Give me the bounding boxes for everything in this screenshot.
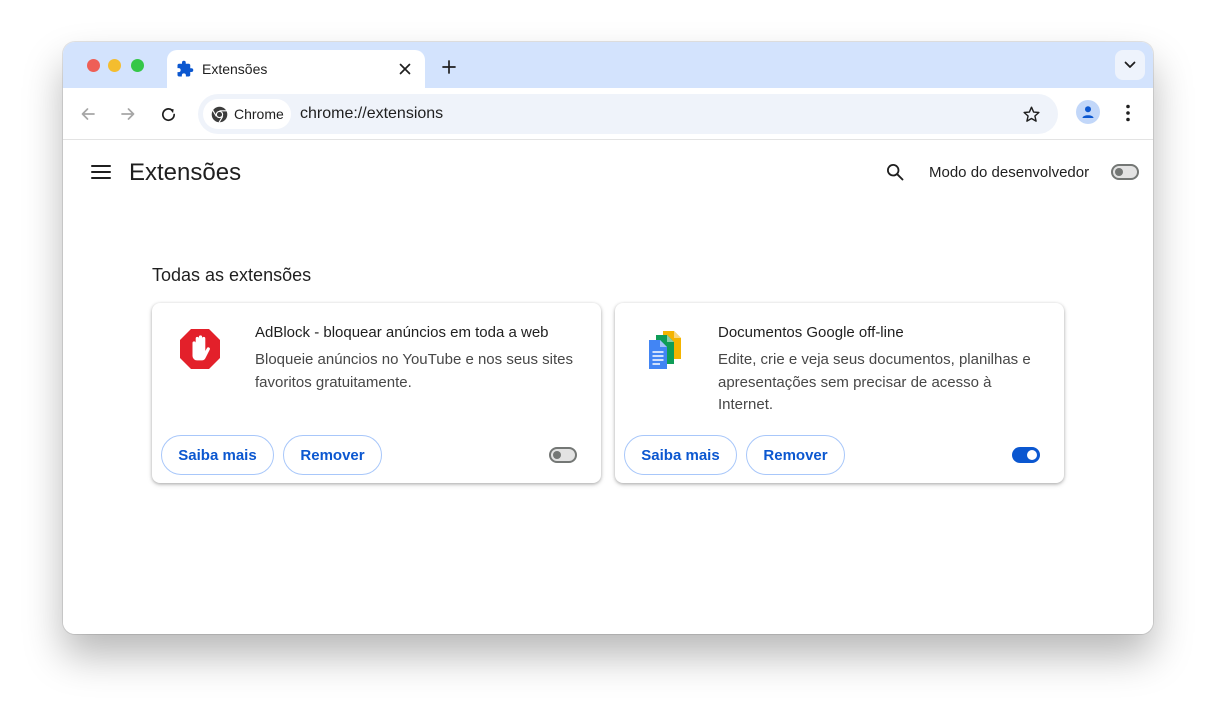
reload-icon[interactable] [155, 101, 181, 127]
extension-card-adblock: AdBlock - bloquear anúncios em toda a we… [152, 303, 601, 483]
chip-label: Chrome [234, 106, 284, 122]
google-docs-offline-icon [641, 327, 685, 371]
new-tab-plus-icon[interactable] [437, 55, 461, 79]
section-title: Todas as extensões [152, 265, 312, 285]
extension-enable-toggle[interactable] [549, 447, 577, 463]
search-icon[interactable] [883, 160, 907, 184]
address-bar[interactable]: Chrome chrome://extensions [198, 94, 1058, 134]
toggle-knob [1115, 168, 1123, 176]
tab-title: Extensões [202, 61, 268, 77]
extension-description: Edite, crie e veja seus documentos, plan… [718, 351, 1031, 413]
tab-search-chevron-down-icon[interactable] [1115, 50, 1145, 80]
developer-mode-toggle[interactable] [1111, 164, 1139, 180]
toolbar: Chrome chrome://extensions [63, 88, 1153, 140]
puzzle-piece-icon [176, 60, 194, 78]
close-window-button[interactable] [87, 59, 100, 72]
remove-button[interactable]: Remover [746, 435, 845, 475]
forward-arrow-icon[interactable] [115, 101, 141, 127]
page-title: Extensões [129, 159, 242, 186]
more-vertical-dots-icon[interactable] [1117, 100, 1139, 126]
toggle-knob [1027, 450, 1037, 460]
extension-enable-toggle[interactable] [1012, 447, 1040, 463]
minimize-window-button[interactable] [108, 59, 121, 72]
learn-more-button[interactable]: Saiba mais [161, 435, 274, 475]
extension-card-google-docs-offline: Documentos Google off-line Edite, crie e… [615, 303, 1064, 483]
adblock-stop-hand-icon [178, 327, 222, 371]
tab-extensions[interactable]: Extensões [167, 50, 425, 88]
extension-description: Bloqueie anúncios no YouTube e nos seus … [255, 351, 574, 391]
browser-window: Extensões Chrome chrome://extensions Ext… [63, 42, 1153, 634]
chrome-logo-icon [211, 106, 228, 123]
back-arrow-icon[interactable] [75, 101, 101, 127]
remove-button[interactable]: Remover [283, 435, 382, 475]
site-info-chip[interactable]: Chrome [203, 99, 291, 129]
extension-name: AdBlock - bloquear anúncios em toda a we… [255, 324, 549, 341]
developer-mode-label: Modo do desenvolvedor [929, 164, 1090, 181]
profile-avatar-icon[interactable] [1076, 100, 1100, 124]
tab-strip: Extensões [63, 42, 1153, 88]
maximize-window-button[interactable] [131, 59, 144, 72]
extension-name: Documentos Google off-line [718, 324, 904, 341]
learn-more-button[interactable]: Saiba mais [624, 435, 737, 475]
toggle-knob [553, 451, 561, 459]
hamburger-menu-icon[interactable] [89, 160, 113, 184]
tab-close-icon[interactable] [395, 59, 415, 79]
bookmark-star-icon[interactable] [1020, 103, 1042, 125]
url-text[interactable]: chrome://extensions [300, 105, 443, 123]
extensions-page: Extensões Modo do desenvolvedor Todas as… [63, 140, 1153, 634]
